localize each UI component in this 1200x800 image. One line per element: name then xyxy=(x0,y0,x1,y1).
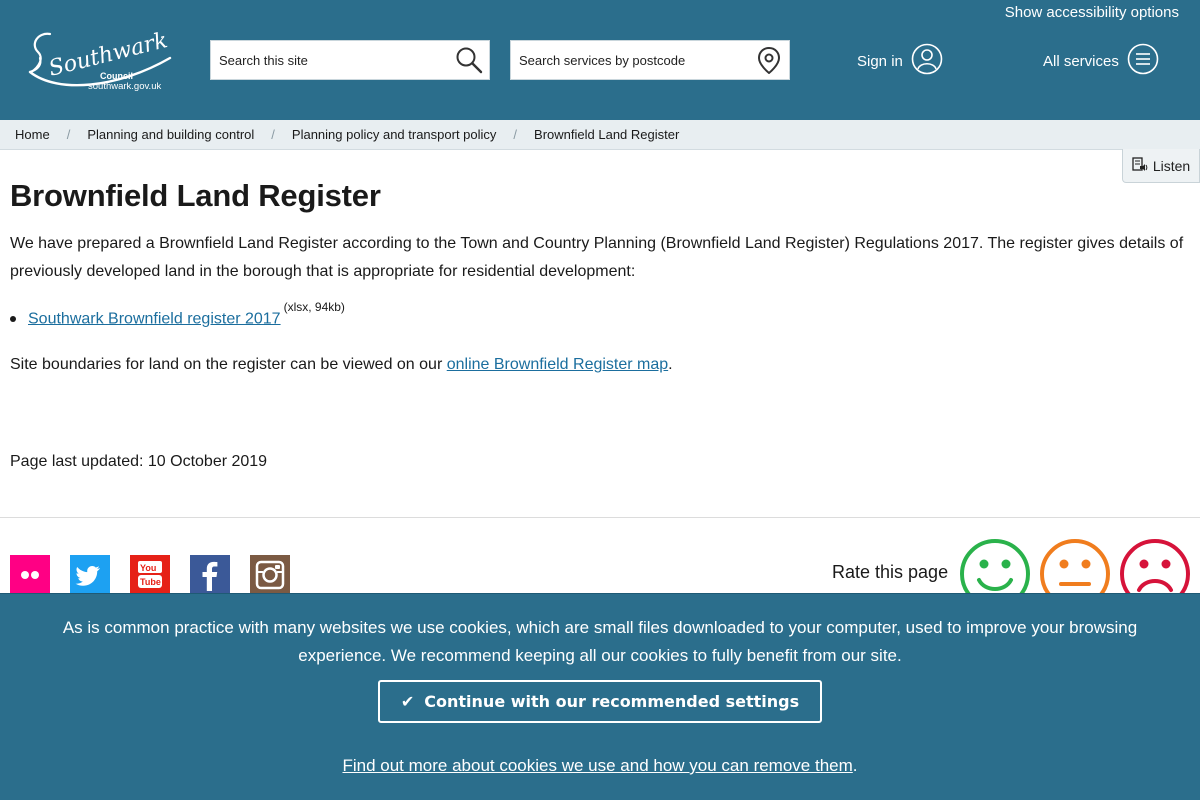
cookie-message: As is common practice with many websites… xyxy=(62,618,1138,665)
cookie-more-info: Find out more about cookies we use and h… xyxy=(0,756,1200,776)
logo-council-text: Council xyxy=(100,71,133,81)
check-icon: ✔ xyxy=(400,692,415,711)
svg-text:You: You xyxy=(140,563,156,573)
all-services-label: All services xyxy=(1043,52,1119,70)
breadcrumb-planning-building-control[interactable]: Planning and building control xyxy=(87,127,254,142)
location-pin-icon[interactable] xyxy=(755,46,783,75)
instagram-icon[interactable] xyxy=(250,555,290,593)
neutral-face-icon[interactable] xyxy=(1039,538,1111,594)
map-text: Site boundaries for land on the register… xyxy=(10,356,447,373)
search-icon[interactable] xyxy=(455,46,483,74)
cookie-button-label: Continue with our recommended settings xyxy=(424,692,800,711)
cookie-info-link[interactable]: Find out more about cookies we use and h… xyxy=(342,756,852,775)
accessibility-options-link[interactable]: Show accessibility options xyxy=(1005,4,1179,21)
sign-in-label: Sign in xyxy=(857,52,903,70)
breadcrumb-separator: / xyxy=(513,127,518,142)
cookie-banner: As is common practice with many websites… xyxy=(0,593,1200,800)
document-list: Southwark Brownfield register 2017(xlsx,… xyxy=(10,300,345,328)
brownfield-map-link[interactable]: online Brownfield Register map xyxy=(447,356,668,373)
listen-button[interactable]: Listen xyxy=(1122,149,1200,183)
speaker-icon xyxy=(1132,156,1153,175)
map-text-suffix: . xyxy=(668,356,673,373)
twitter-icon[interactable] xyxy=(70,555,110,593)
breadcrumb-separator: / xyxy=(271,127,275,142)
brownfield-register-download-link[interactable]: Southwark Brownfield register 2017 xyxy=(28,310,281,327)
facebook-icon[interactable] xyxy=(190,555,230,593)
page-last-updated: Page last updated: 10 October 2019 xyxy=(10,453,268,470)
footer-divider xyxy=(0,517,1200,518)
flickr-icon[interactable] xyxy=(10,555,50,593)
breadcrumb-separator: / xyxy=(66,127,71,142)
breadcrumb-home[interactable]: Home xyxy=(15,127,50,142)
intro-paragraph: We have prepared a Brownfield Land Regis… xyxy=(10,235,1184,280)
postcode-search xyxy=(510,40,790,80)
site-search xyxy=(210,40,490,80)
continue-recommended-settings-button[interactable]: ✔ Continue with our recommended settings xyxy=(378,680,822,723)
site-header: Show accessibility options Southwark Cou… xyxy=(0,0,1200,120)
postcode-search-input[interactable] xyxy=(511,41,741,79)
page-title: Brownfield Land Register xyxy=(10,178,381,213)
logo-url-text: southwark.gov.uk xyxy=(88,81,162,92)
sign-in-button[interactable]: Sign in xyxy=(857,43,943,79)
svg-text:Tube: Tube xyxy=(140,577,161,587)
user-icon xyxy=(911,43,943,79)
site-search-input[interactable] xyxy=(211,41,441,79)
youtube-icon[interactable]: You Tube xyxy=(130,555,170,593)
list-bullet xyxy=(10,316,16,323)
breadcrumb-planning-policy[interactable]: Planning policy and transport policy xyxy=(292,127,497,142)
listen-label: Listen xyxy=(1152,157,1191,174)
southwark-council-logo[interactable]: Southwark Council southwark.gov.uk xyxy=(28,28,173,94)
all-services-button[interactable]: All services xyxy=(1043,43,1159,79)
happy-face-icon[interactable] xyxy=(959,538,1031,594)
rate-page-label: Rate this page xyxy=(832,562,949,582)
cookie-more-suffix: . xyxy=(852,756,858,775)
breadcrumb-current: Brownfield Land Register xyxy=(534,127,680,142)
breadcrumb: Home / Planning and building control / P… xyxy=(0,120,1200,150)
sad-face-icon[interactable] xyxy=(1119,538,1191,594)
file-meta: (xlsx, 94kb) xyxy=(283,300,345,314)
menu-icon xyxy=(1127,43,1159,79)
map-paragraph: Site boundaries for land on the register… xyxy=(10,356,673,374)
